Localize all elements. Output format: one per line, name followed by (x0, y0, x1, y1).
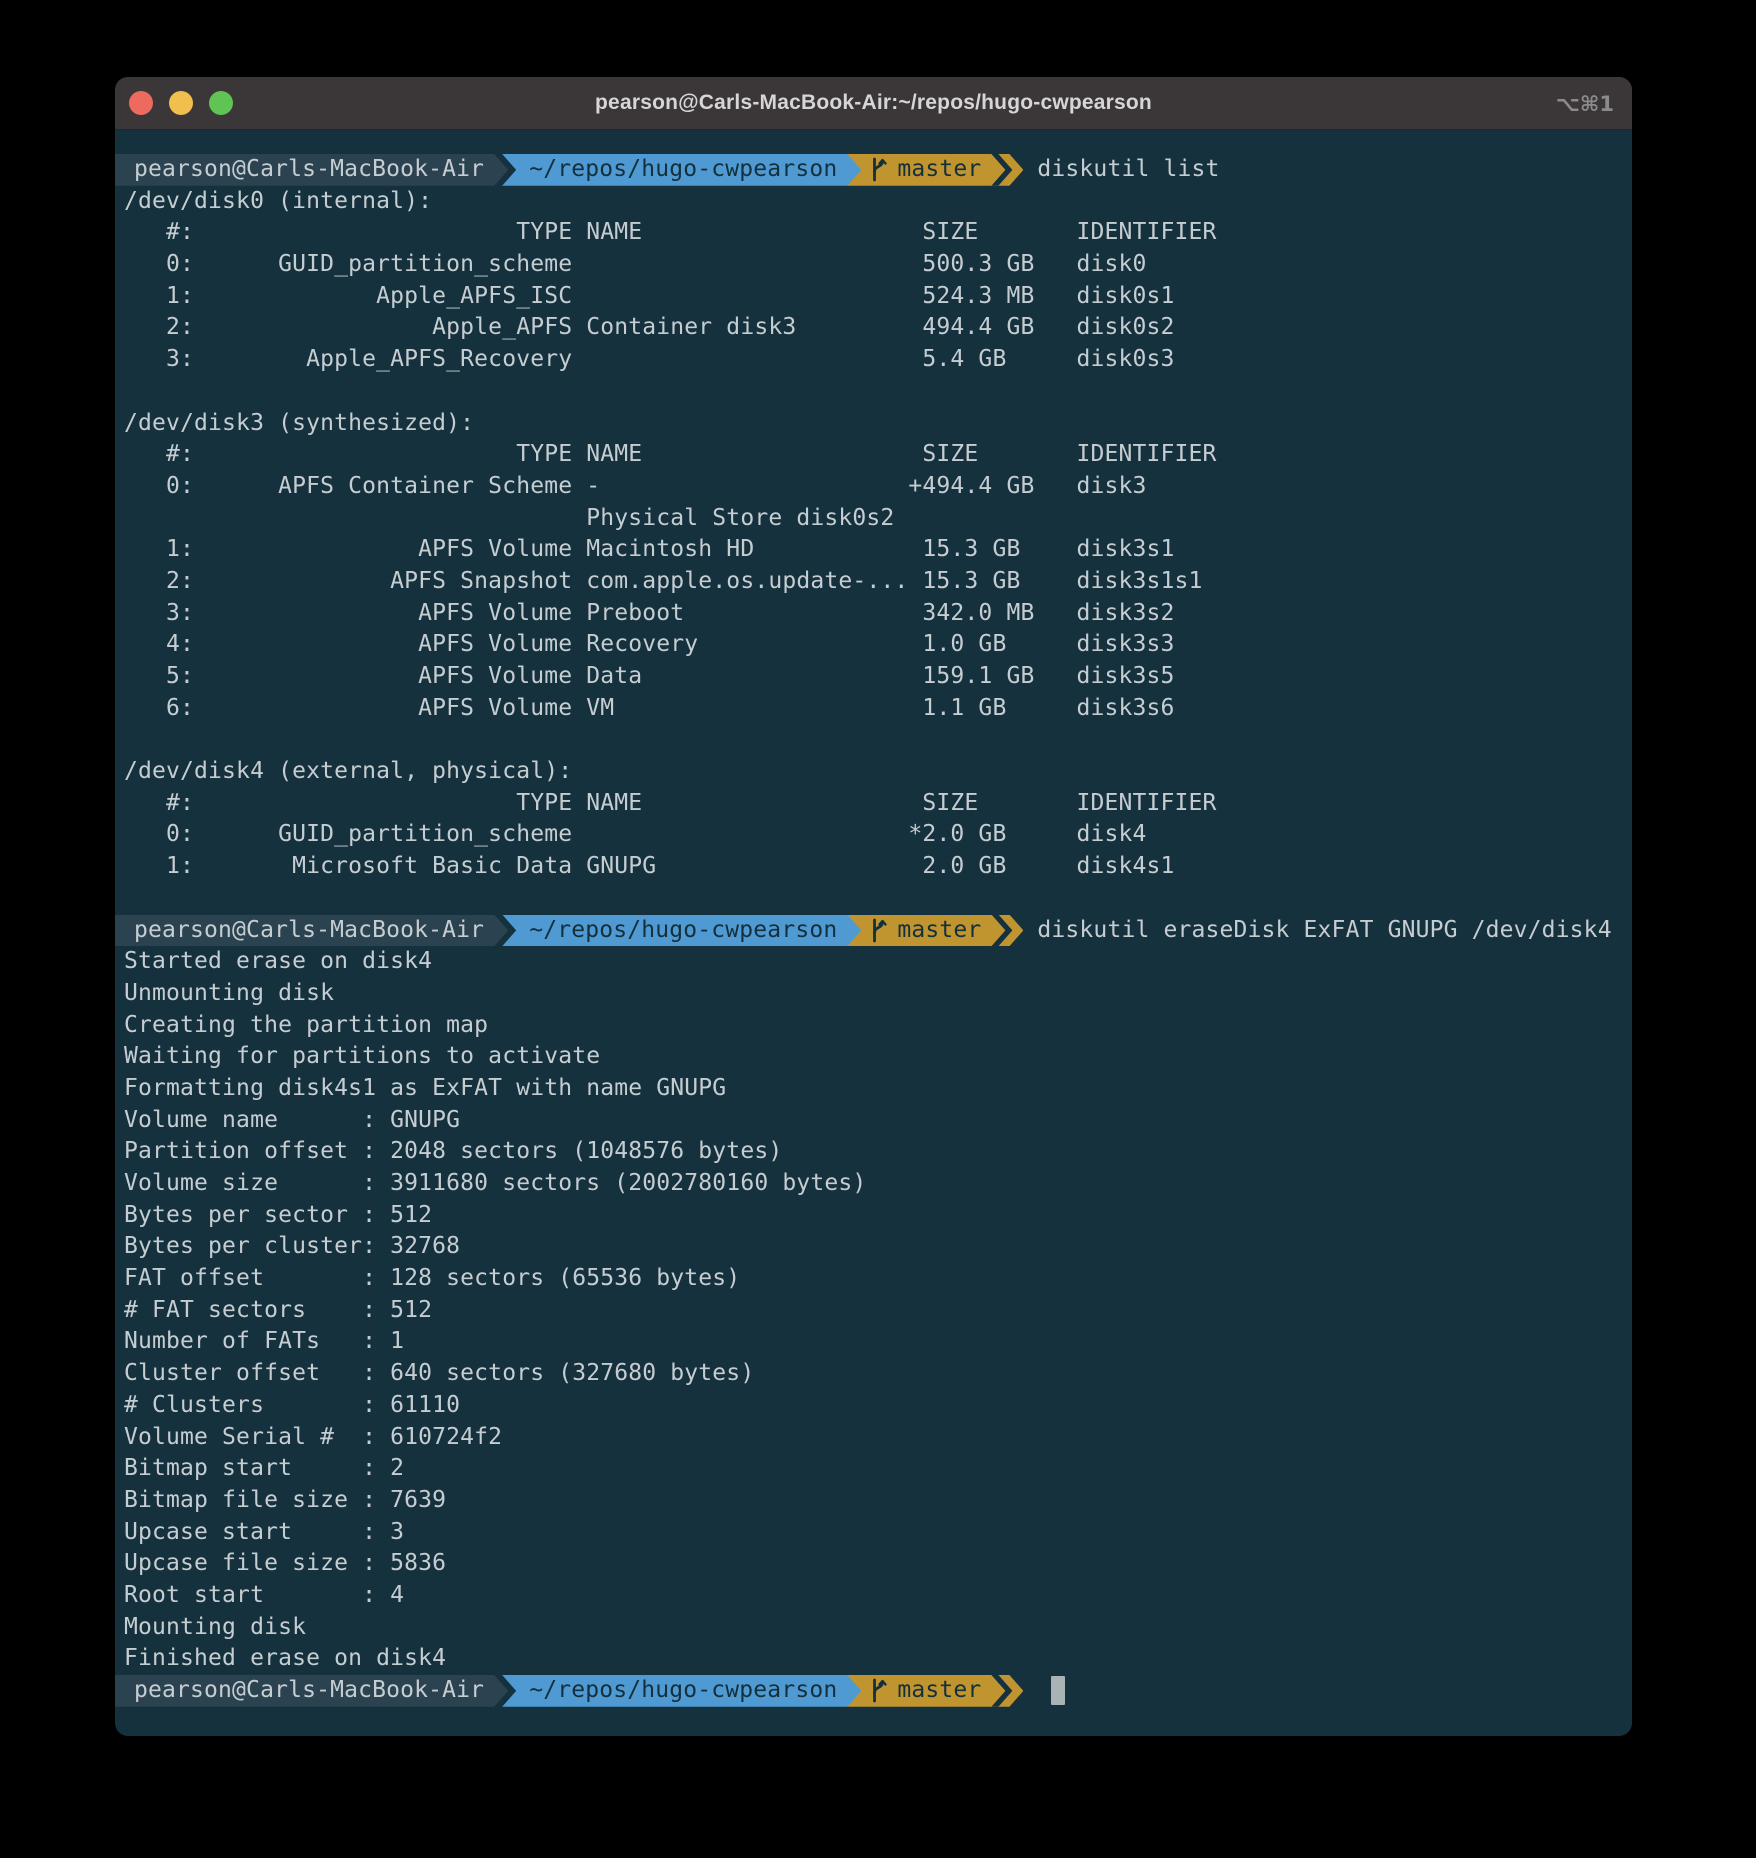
output-line: Number of FATs : 1 (124, 1326, 1624, 1358)
window-shortcut-hint: ⌥⌘1 (1556, 77, 1614, 130)
output-line: Bitmap start : 2 (124, 1453, 1624, 1485)
output-line: # Clusters : 61110 (124, 1390, 1624, 1422)
output-line: Volume name : GNUPG (124, 1105, 1624, 1137)
output-line: Formatting disk4s1 as ExFAT with name GN… (124, 1073, 1624, 1105)
output-line: 0: GUID_partition_scheme *2.0 GB disk4 (124, 819, 1624, 851)
git-branch-icon (869, 156, 888, 183)
prompt-branch-segment: master (847, 1675, 1023, 1707)
output-line: Upcase file size : 5836 (124, 1548, 1624, 1580)
prompt-branch: master (897, 1675, 981, 1707)
prompt-line: pearson@Carls-MacBook-Air ~/repos/hugo-c… (115, 1675, 1632, 1707)
output-line: 2: Apple_APFS Container disk3 494.4 GB d… (124, 312, 1624, 344)
prompt-path-segment: ~/repos/hugo-cwpearson (502, 154, 861, 186)
cursor-block (1051, 1676, 1065, 1705)
prompt-branch: master (897, 915, 981, 947)
output-line: 4: APFS Volume Recovery 1.0 GB disk3s3 (124, 629, 1624, 661)
output-line: Bytes per cluster: 32768 (124, 1231, 1624, 1263)
command-text: diskutil list (1023, 154, 1219, 186)
output-line: 1: Apple_APFS_ISC 524.3 MB disk0s1 (124, 281, 1624, 313)
output-line: 6: APFS Volume VM 1.1 GB disk3s6 (124, 693, 1624, 725)
prompt-user: pearson@Carls-MacBook-Air (134, 1675, 484, 1707)
output-line: Started erase on disk4 (124, 946, 1624, 978)
output-line (124, 883, 1624, 915)
prompt-branch: master (897, 154, 981, 186)
output-line: Mounting disk (124, 1612, 1624, 1644)
prompt-line: pearson@Carls-MacBook-Air ~/repos/hugo-c… (115, 915, 1632, 947)
output-line: 0: GUID_partition_scheme 500.3 GB disk0 (124, 249, 1624, 281)
output-line: Volume size : 3911680 sectors (200278016… (124, 1168, 1624, 1200)
output-line: Volume Serial # : 610724f2 (124, 1422, 1624, 1454)
close-button[interactable] (129, 91, 153, 115)
output-line: Waiting for partitions to activate (124, 1041, 1624, 1073)
git-branch-icon (869, 1677, 888, 1704)
prompt-user: pearson@Carls-MacBook-Air (134, 915, 484, 947)
output-line: /dev/disk4 (external, physical): (124, 756, 1624, 788)
output-line: Root start : 4 (124, 1580, 1624, 1612)
prompt-path: ~/repos/hugo-cwpearson (529, 1675, 837, 1707)
output-line: 3: Apple_APFS_Recovery 5.4 GB disk0s3 (124, 344, 1624, 376)
prompt-line: pearson@Carls-MacBook-Air ~/repos/hugo-c… (115, 154, 1632, 186)
output-line: Finished erase on disk4 (124, 1643, 1624, 1675)
output-line: #: TYPE NAME SIZE IDENTIFIER (124, 788, 1624, 820)
prompt-path: ~/repos/hugo-cwpearson (529, 154, 837, 186)
output-line: Bytes per sector : 512 (124, 1200, 1624, 1232)
terminal-window: pearson@Carls-MacBook-Air:~/repos/hugo-c… (115, 77, 1632, 1736)
prompt-path-segment: ~/repos/hugo-cwpearson (502, 915, 861, 947)
output-line: 1: Microsoft Basic Data GNUPG 2.0 GB dis… (124, 851, 1624, 883)
output-line: 2: APFS Snapshot com.apple.os.update-...… (124, 566, 1624, 598)
output-line: 1: APFS Volume Macintosh HD 15.3 GB disk… (124, 534, 1624, 566)
output-line (124, 724, 1624, 756)
output-line (124, 376, 1624, 408)
output-line: Physical Store disk0s2 (124, 503, 1624, 535)
output-line: 3: APFS Volume Preboot 342.0 MB disk3s2 (124, 598, 1624, 630)
output-line: Cluster offset : 640 sectors (327680 byt… (124, 1358, 1624, 1390)
prompt-path-segment: ~/repos/hugo-cwpearson (502, 1675, 861, 1707)
titlebar[interactable]: pearson@Carls-MacBook-Air:~/repos/hugo-c… (115, 77, 1632, 130)
prompt-user: pearson@Carls-MacBook-Air (134, 154, 484, 186)
output-line: #: TYPE NAME SIZE IDENTIFIER (124, 217, 1624, 249)
minimize-button[interactable] (169, 91, 193, 115)
zoom-button[interactable] (209, 91, 233, 115)
output-line: Creating the partition map (124, 1010, 1624, 1042)
prompt-branch-segment: master (847, 915, 1023, 947)
output-line: # FAT sectors : 512 (124, 1295, 1624, 1327)
output-line: FAT offset : 128 sectors (65536 bytes) (124, 1263, 1624, 1295)
output-line: #: TYPE NAME SIZE IDENTIFIER (124, 439, 1624, 471)
traffic-lights (115, 91, 233, 115)
prompt-user-segment: pearson@Carls-MacBook-Air (115, 915, 508, 947)
prompt-branch-segment: master (847, 154, 1023, 186)
prompt-user-segment: pearson@Carls-MacBook-Air (115, 154, 508, 186)
terminal-content[interactable]: pearson@Carls-MacBook-Air ~/repos/hugo-c… (115, 130, 1632, 1707)
output-line: /dev/disk0 (internal): (124, 186, 1624, 218)
output-line: Upcase start : 3 (124, 1517, 1624, 1549)
output-line: 5: APFS Volume Data 159.1 GB disk3s5 (124, 661, 1624, 693)
output-line: Bitmap file size : 7639 (124, 1485, 1624, 1517)
output-line: Unmounting disk (124, 978, 1624, 1010)
prompt-path: ~/repos/hugo-cwpearson (529, 915, 837, 947)
git-branch-icon (869, 917, 888, 944)
output-line: Partition offset : 2048 sectors (1048576… (124, 1136, 1624, 1168)
prompt-user-segment: pearson@Carls-MacBook-Air (115, 1675, 508, 1707)
command-text: diskutil eraseDisk ExFAT GNUPG /dev/disk… (1023, 915, 1611, 947)
output-line: 0: APFS Container Scheme - +494.4 GB dis… (124, 471, 1624, 503)
window-title: pearson@Carls-MacBook-Air:~/repos/hugo-c… (115, 91, 1632, 115)
output-line: /dev/disk3 (synthesized): (124, 408, 1624, 440)
